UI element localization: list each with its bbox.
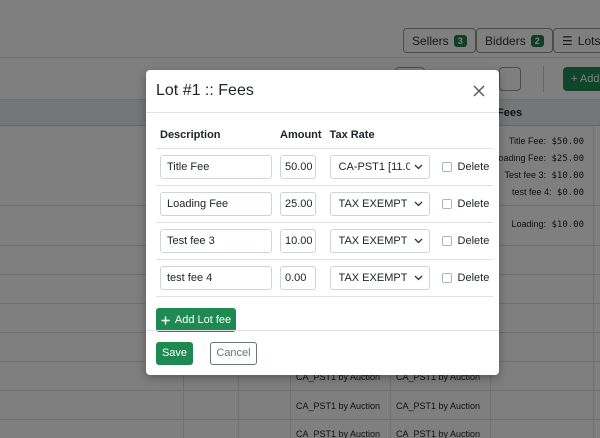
fee-description-input[interactable]: test fee 4: [160, 266, 272, 290]
delete-checkbox[interactable]: [441, 199, 452, 209]
tax-rate-select[interactable]: TAX EXEMPT: [329, 229, 430, 253]
delete-label: Delete: [457, 198, 490, 210]
tax-rate-value: CA-PST1 [11.0%]: [338, 161, 410, 173]
delete-toggle[interactable]: Delete: [438, 235, 490, 247]
chevron-down-icon: [414, 238, 423, 244]
delete-label: Delete: [457, 272, 490, 284]
delete-checkbox[interactable]: [441, 162, 452, 172]
delete-label: Delete: [457, 235, 490, 247]
chevron-down-icon: [414, 164, 423, 170]
close-icon: [473, 85, 485, 97]
plus-icon: [161, 316, 170, 324]
delete-column-header: [433, 123, 494, 149]
amount-column-header: Amount: [276, 123, 326, 149]
modal-footer: Save Cancel: [146, 330, 499, 375]
tax-rate-select[interactable]: CA-PST1 [11.0%]: [329, 155, 430, 179]
delete-toggle[interactable]: Delete: [438, 272, 490, 284]
delete-toggle[interactable]: Delete: [438, 198, 490, 210]
chevron-down-icon: [414, 275, 423, 281]
tax-rate-value: TAX EXEMPT: [338, 235, 408, 247]
chevron-down-icon: [414, 201, 423, 207]
description-column-header: Description: [156, 123, 276, 149]
modal-title: Lot #1 :: Fees: [156, 82, 254, 99]
fee-amount-input[interactable]: 25.00: [280, 192, 316, 216]
save-button[interactable]: Save: [156, 341, 193, 365]
delete-checkbox[interactable]: [441, 273, 452, 283]
tax-rate-column-header: Tax Rate: [325, 123, 434, 149]
delete-toggle[interactable]: Delete: [438, 161, 490, 173]
fee-row: test fee 4 0.00 TAX EXEMPT Delete: [156, 259, 494, 297]
modal-body: Description Amount Tax Rate Title Fee 50…: [146, 113, 499, 332]
fee-row: Test fee 3 10.00 TAX EXEMPT Delete: [156, 222, 494, 260]
tax-rate-select[interactable]: TAX EXEMPT: [329, 192, 430, 216]
fee-description-input[interactable]: Loading Fee: [160, 192, 272, 216]
cancel-button[interactable]: Cancel: [210, 341, 257, 365]
fee-amount-input[interactable]: 10.00: [280, 229, 316, 253]
tax-rate-select[interactable]: TAX EXEMPT: [329, 266, 430, 290]
fee-description-input[interactable]: Test fee 3: [160, 229, 272, 253]
lot-fees-modal: Lot #1 :: Fees Description Amount Tax Ra…: [146, 70, 499, 375]
delete-checkbox[interactable]: [441, 236, 452, 246]
fee-amount-input[interactable]: 0.00: [280, 266, 316, 290]
fee-row: Loading Fee 25.00 TAX EXEMPT Delete: [156, 185, 494, 223]
fees-table: Description Amount Tax Rate Title Fee 50…: [156, 123, 494, 297]
fee-description-input[interactable]: Title Fee: [160, 155, 272, 179]
tax-rate-value: TAX EXEMPT: [338, 272, 408, 284]
modal-header: Lot #1 :: Fees: [146, 70, 499, 113]
delete-label: Delete: [457, 161, 490, 173]
fee-row: Title Fee 50.00 CA-PST1 [11.0%] Delete: [156, 148, 494, 186]
tax-rate-value: TAX EXEMPT: [338, 198, 408, 210]
close-button[interactable]: [471, 83, 487, 99]
add-lot-fee-button[interactable]: Add Lot fee: [156, 308, 236, 332]
fees-table-header: Description Amount Tax Rate: [156, 123, 494, 149]
fee-amount-input[interactable]: 50.00: [280, 155, 316, 179]
